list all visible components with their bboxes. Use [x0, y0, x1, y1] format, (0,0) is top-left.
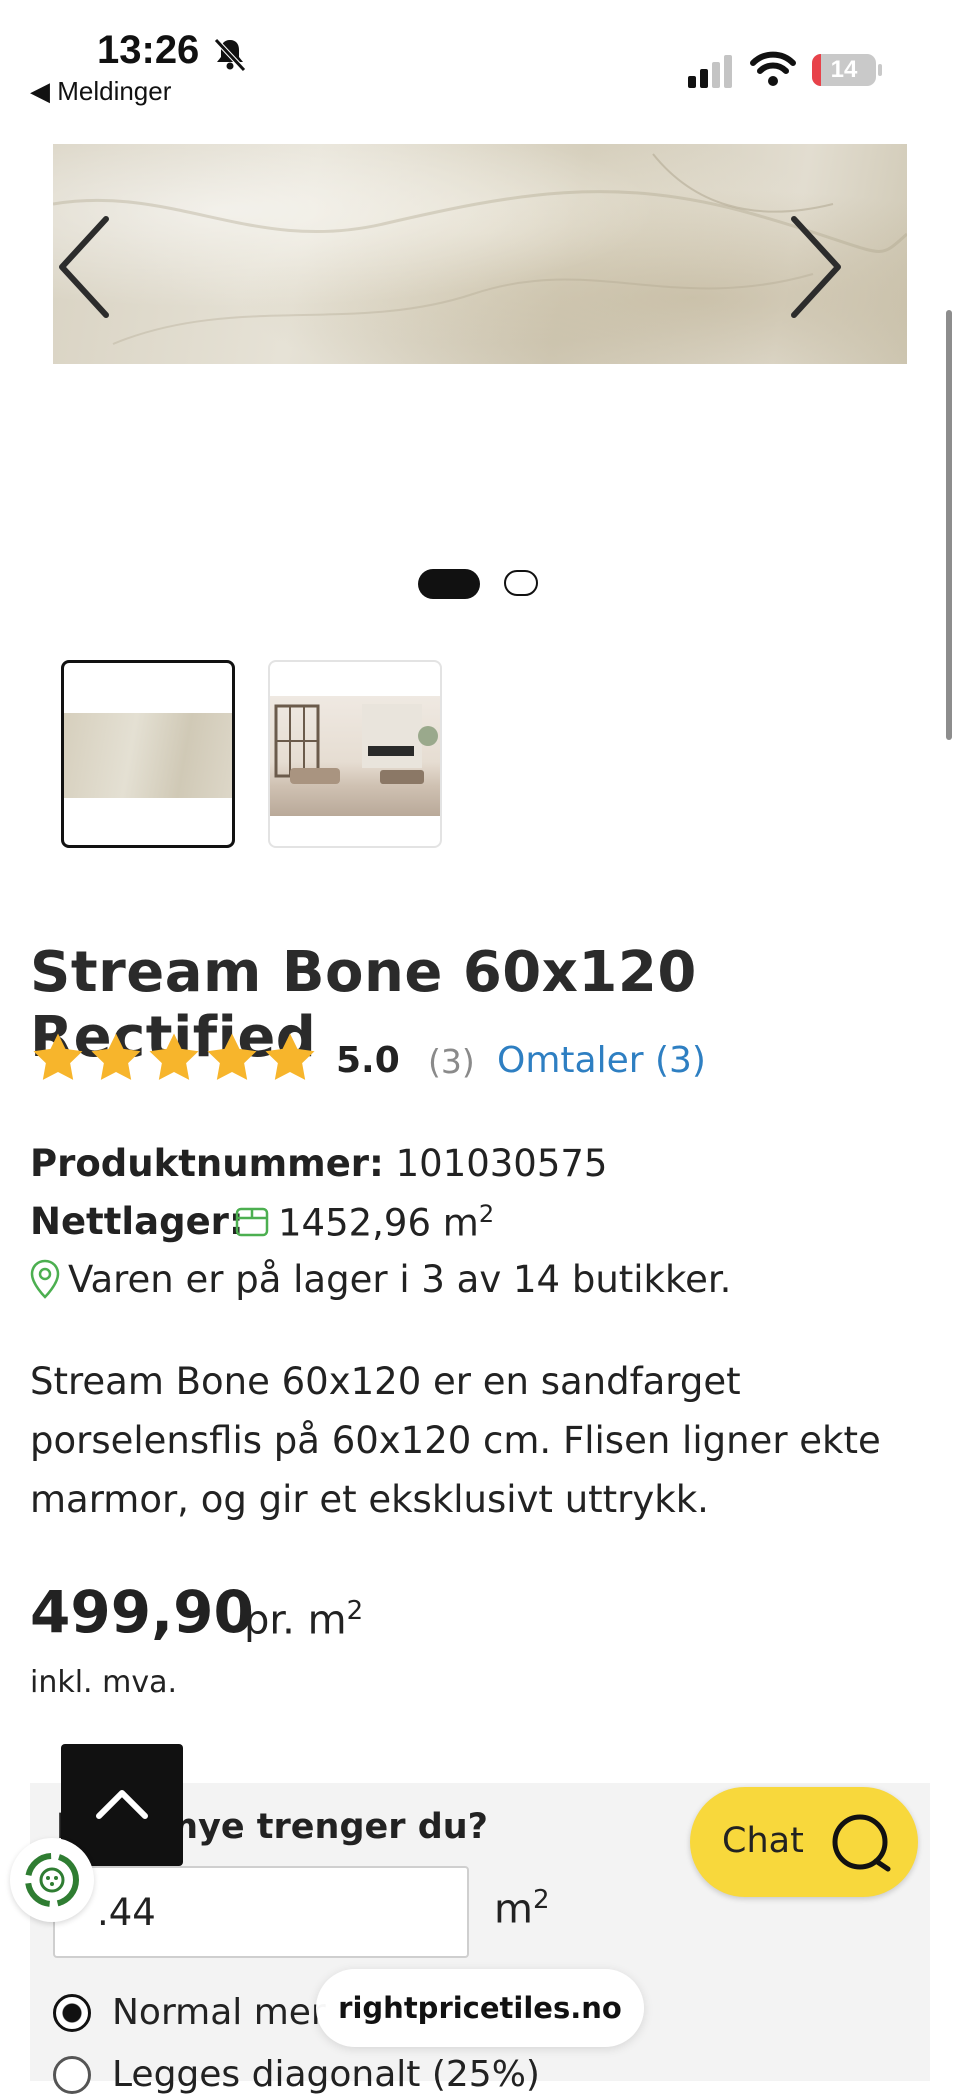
product-number-row: Produktnummer: 101030575 [30, 1142, 607, 1185]
carousel-dot-active[interactable] [418, 569, 480, 599]
stock-value: 1452,96 m2 [278, 1200, 494, 1244]
product-main-image [53, 144, 907, 364]
store-availability: Varen er på lager i 3 av 14 butikker. [68, 1258, 732, 1301]
stock-unit-sup: 2 [478, 1200, 495, 1228]
carousel-dot[interactable] [504, 570, 538, 596]
radio-diagonal[interactable] [53, 2056, 91, 2094]
star-icon [33, 1033, 83, 1080]
quantity-unit-text: m [494, 1886, 533, 1933]
battery-level: 14 [830, 56, 858, 83]
price-unit-sup: 2 [346, 1596, 364, 1626]
rating-stars [30, 1030, 318, 1086]
marble-veins [53, 153, 907, 345]
room-scene [274, 704, 438, 784]
previous-image-arrow-icon[interactable] [50, 207, 120, 327]
product-number-label: Produktnummer: [30, 1142, 384, 1185]
quantity-unit: m2 [494, 1885, 550, 1932]
bell-muted-icon [214, 38, 246, 72]
stock-amount: 1452,96 m [278, 1201, 479, 1245]
price-unit-text: pr. m [244, 1597, 347, 1644]
product-number-value: 101030575 [395, 1142, 608, 1185]
reviews-link[interactable]: Omtaler (3) [497, 1040, 706, 1081]
price-unit: pr. m2 [244, 1596, 363, 1643]
product-description: Stream Bone 60x120 er en sandfarget pors… [30, 1360, 881, 1521]
rating-score: 5.0 [336, 1040, 400, 1081]
next-image-arrow-icon[interactable] [780, 207, 850, 327]
thumbnail-room[interactable] [268, 660, 442, 848]
quantity-unit-sup: 2 [532, 1885, 550, 1915]
status-time: 13:26 [97, 28, 200, 72]
star-icon [149, 1033, 199, 1080]
chat-bubble-icon [832, 1814, 891, 1872]
quantity-input[interactable] [53, 1866, 469, 1958]
rating-count: (3) [428, 1042, 475, 1081]
radio-normal-label[interactable]: Normal mer [112, 1992, 326, 2033]
battery-cap [878, 64, 882, 76]
url-bar[interactable]: rightpricetiles.no [316, 1969, 644, 2047]
star-icon [265, 1033, 315, 1080]
recycle-icon [25, 1853, 79, 1907]
radio-diagonal-label[interactable]: Legges diagonalt (25%) [112, 2054, 540, 2095]
cellular-signal-icon [688, 55, 732, 88]
vat-note: inkl. mva. [30, 1665, 178, 1700]
battery-indicator: 14 [812, 54, 876, 86]
chat-label: Chat [722, 1821, 804, 1861]
eco-badge-button[interactable] [10, 1838, 94, 1922]
radio-normal[interactable] [53, 1994, 91, 2032]
star-icon [91, 1033, 141, 1080]
back-to-messages-link[interactable]: ◀ Meldinger [30, 76, 171, 107]
scrollbar[interactable] [946, 310, 952, 740]
thumbnail-tile[interactable] [61, 660, 235, 848]
star-icon [207, 1033, 257, 1080]
location-pin-icon [30, 1259, 60, 1299]
chat-button[interactable]: Chat [690, 1787, 918, 1897]
wifi-icon [750, 51, 796, 86]
stock-label: Nettlager: [30, 1200, 244, 1243]
stock-row: Nettlager: [30, 1200, 244, 1243]
room-thumbnail-image [270, 696, 440, 816]
box-icon [235, 1207, 269, 1237]
price: 499,90 [30, 1578, 254, 1646]
tile-thumbnail-image [64, 713, 232, 798]
